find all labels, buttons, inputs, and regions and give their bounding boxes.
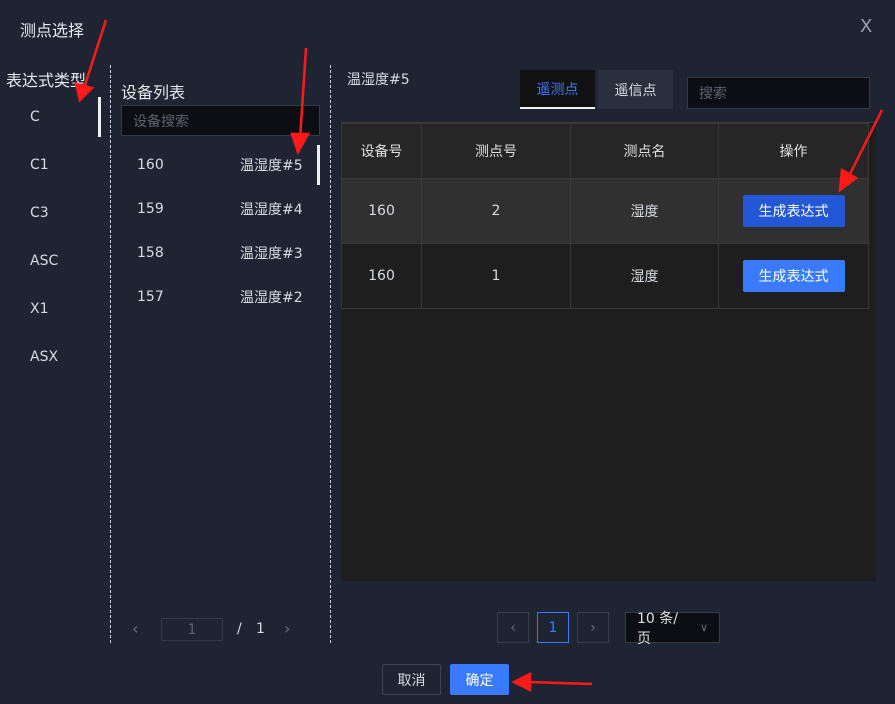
device-item[interactable]: 160 温湿度#5 [121, 143, 317, 187]
col-action: 操作 [718, 123, 869, 179]
col-device: 设备号 [341, 123, 422, 179]
cell-device: 160 [341, 243, 422, 309]
type-item-asc[interactable]: ASC [30, 253, 58, 269]
device-search-input[interactable]: 设备搜索 [121, 105, 320, 136]
tab-telemetry[interactable]: 遥测点 [520, 70, 595, 109]
cell-point: 1 [421, 243, 571, 309]
page-size-select[interactable]: 10 条/页 ∨ [625, 611, 720, 647]
prev-page-icon[interactable]: ‹ [132, 619, 138, 638]
divider [110, 65, 111, 643]
active-indicator [98, 97, 101, 137]
dialog-title: 测点选择 [20, 21, 85, 40]
cell-name: 湿度 [570, 178, 719, 244]
cancel-button[interactable]: 取消 [382, 664, 441, 695]
type-item-c1[interactable]: C1 [30, 157, 49, 173]
divider [330, 65, 331, 643]
col-point: 测点号 [421, 123, 571, 179]
device-title: 温湿度#5 [347, 72, 410, 88]
device-id: 160 [137, 157, 164, 173]
cell-name: 湿度 [570, 243, 719, 309]
next-page-icon[interactable]: › [284, 619, 290, 638]
chevron-down-icon: ∨ [699, 621, 708, 634]
point-search-input[interactable]: 搜索 [687, 77, 870, 109]
active-indicator [317, 145, 320, 185]
device-name: 温湿度#3 [240, 246, 303, 262]
device-name: 温湿度#4 [240, 202, 303, 218]
device-name: 温湿度#2 [240, 290, 303, 306]
next-page-button[interactable]: › [577, 612, 609, 643]
generate-expression-button[interactable]: 生成表达式 [742, 260, 845, 292]
device-item[interactable]: 157 温湿度#2 [121, 275, 317, 319]
confirm-button[interactable]: 确定 [450, 664, 509, 695]
page-size-value: 10 条/页 [637, 610, 678, 647]
device-name: 温湿度#5 [240, 158, 303, 174]
tab-telesignal[interactable]: 遥信点 [598, 70, 673, 109]
page-1-button[interactable]: 1 [537, 612, 569, 643]
device-id: 158 [137, 245, 164, 261]
type-item-asx[interactable]: ASX [30, 349, 58, 365]
page-total: 1 [256, 621, 265, 637]
table-row: 160 2 湿度 生成表达式 [341, 178, 869, 244]
col-name: 测点名 [570, 123, 719, 179]
device-id: 159 [137, 201, 164, 217]
close-icon[interactable]: X [860, 16, 872, 37]
devices-heading: 设备列表 [121, 83, 186, 102]
type-item-c[interactable]: C [30, 109, 40, 125]
types-heading: 表达式类型 [6, 71, 87, 90]
table-row: 160 1 湿度 生成表达式 [341, 243, 869, 309]
cell-point: 2 [421, 178, 571, 244]
device-item[interactable]: 159 温湿度#4 [121, 187, 317, 231]
device-id: 157 [137, 289, 164, 305]
type-item-x1[interactable]: X1 [30, 301, 49, 317]
type-item-c3[interactable]: C3 [30, 205, 49, 221]
cell-device: 160 [341, 178, 422, 244]
page-sep: / [237, 621, 242, 637]
points-table: 设备号 测点号 测点名 操作 160 2 湿度 生成表达式 160 1 湿度 生成表达式 [341, 122, 876, 581]
generate-expression-button[interactable]: 生成表达式 [742, 195, 845, 227]
page-input[interactable]: 1 [161, 618, 223, 641]
prev-page-button[interactable]: ‹ [497, 612, 529, 643]
device-item[interactable]: 158 温湿度#3 [121, 231, 317, 275]
